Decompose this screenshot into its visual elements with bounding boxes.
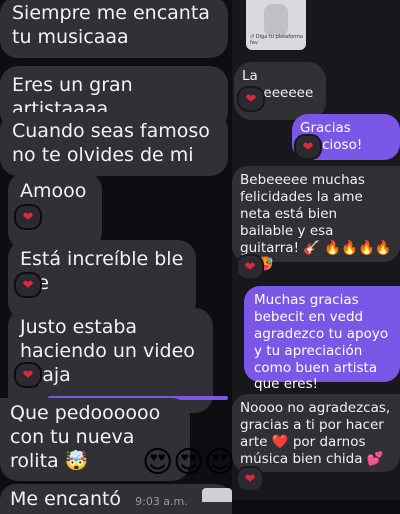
heart-reaction-icon[interactable]: ❤ [14, 362, 42, 388]
heart-reaction-icon[interactable]: ❤ [237, 86, 265, 112]
heart-eyes-emoji: 😍 [173, 445, 205, 480]
message-text: Me encantó [10, 488, 122, 510]
heart-reaction-icon[interactable]: ❤ [14, 204, 42, 230]
media-preview-thumbnail[interactable]: ↺ Diga tu plataforma fav [246, 0, 306, 50]
heart-reaction-icon[interactable]: ❤ [236, 466, 264, 492]
heart-reaction-icon[interactable]: ❤ [14, 272, 42, 298]
message-bubble[interactable]: Siempre me encanta tu musicaaa [0, 0, 228, 58]
sent-message-bubble[interactable]: Muchas gracias bebecit en vedd agradezco… [244, 286, 400, 392]
message-bubble[interactable]: Bebeeeee muchas felicidades la ame neta … [232, 166, 400, 272]
message-bubble-partial[interactable]: Me encantó 9:03 a.m. [0, 484, 232, 514]
heart-reaction-icon[interactable]: ❤ [294, 134, 322, 160]
message-bubble[interactable]: Cuando seas famoso no te olvides de mi [0, 112, 228, 176]
heart-eyes-emoji: 😍 [142, 445, 174, 480]
heart-reaction-icon[interactable]: ❤ [236, 254, 264, 280]
heart-eyes-emoji: 😍 [204, 445, 236, 480]
preview-caption: ↺ Diga tu plataforma fav [250, 34, 303, 46]
message-timestamp: 9:03 a.m. [135, 495, 188, 508]
message-bubble[interactable]: Noooo no agradezcas, gracias a ti por ha… [232, 394, 400, 484]
preview-image-shape [264, 4, 288, 36]
